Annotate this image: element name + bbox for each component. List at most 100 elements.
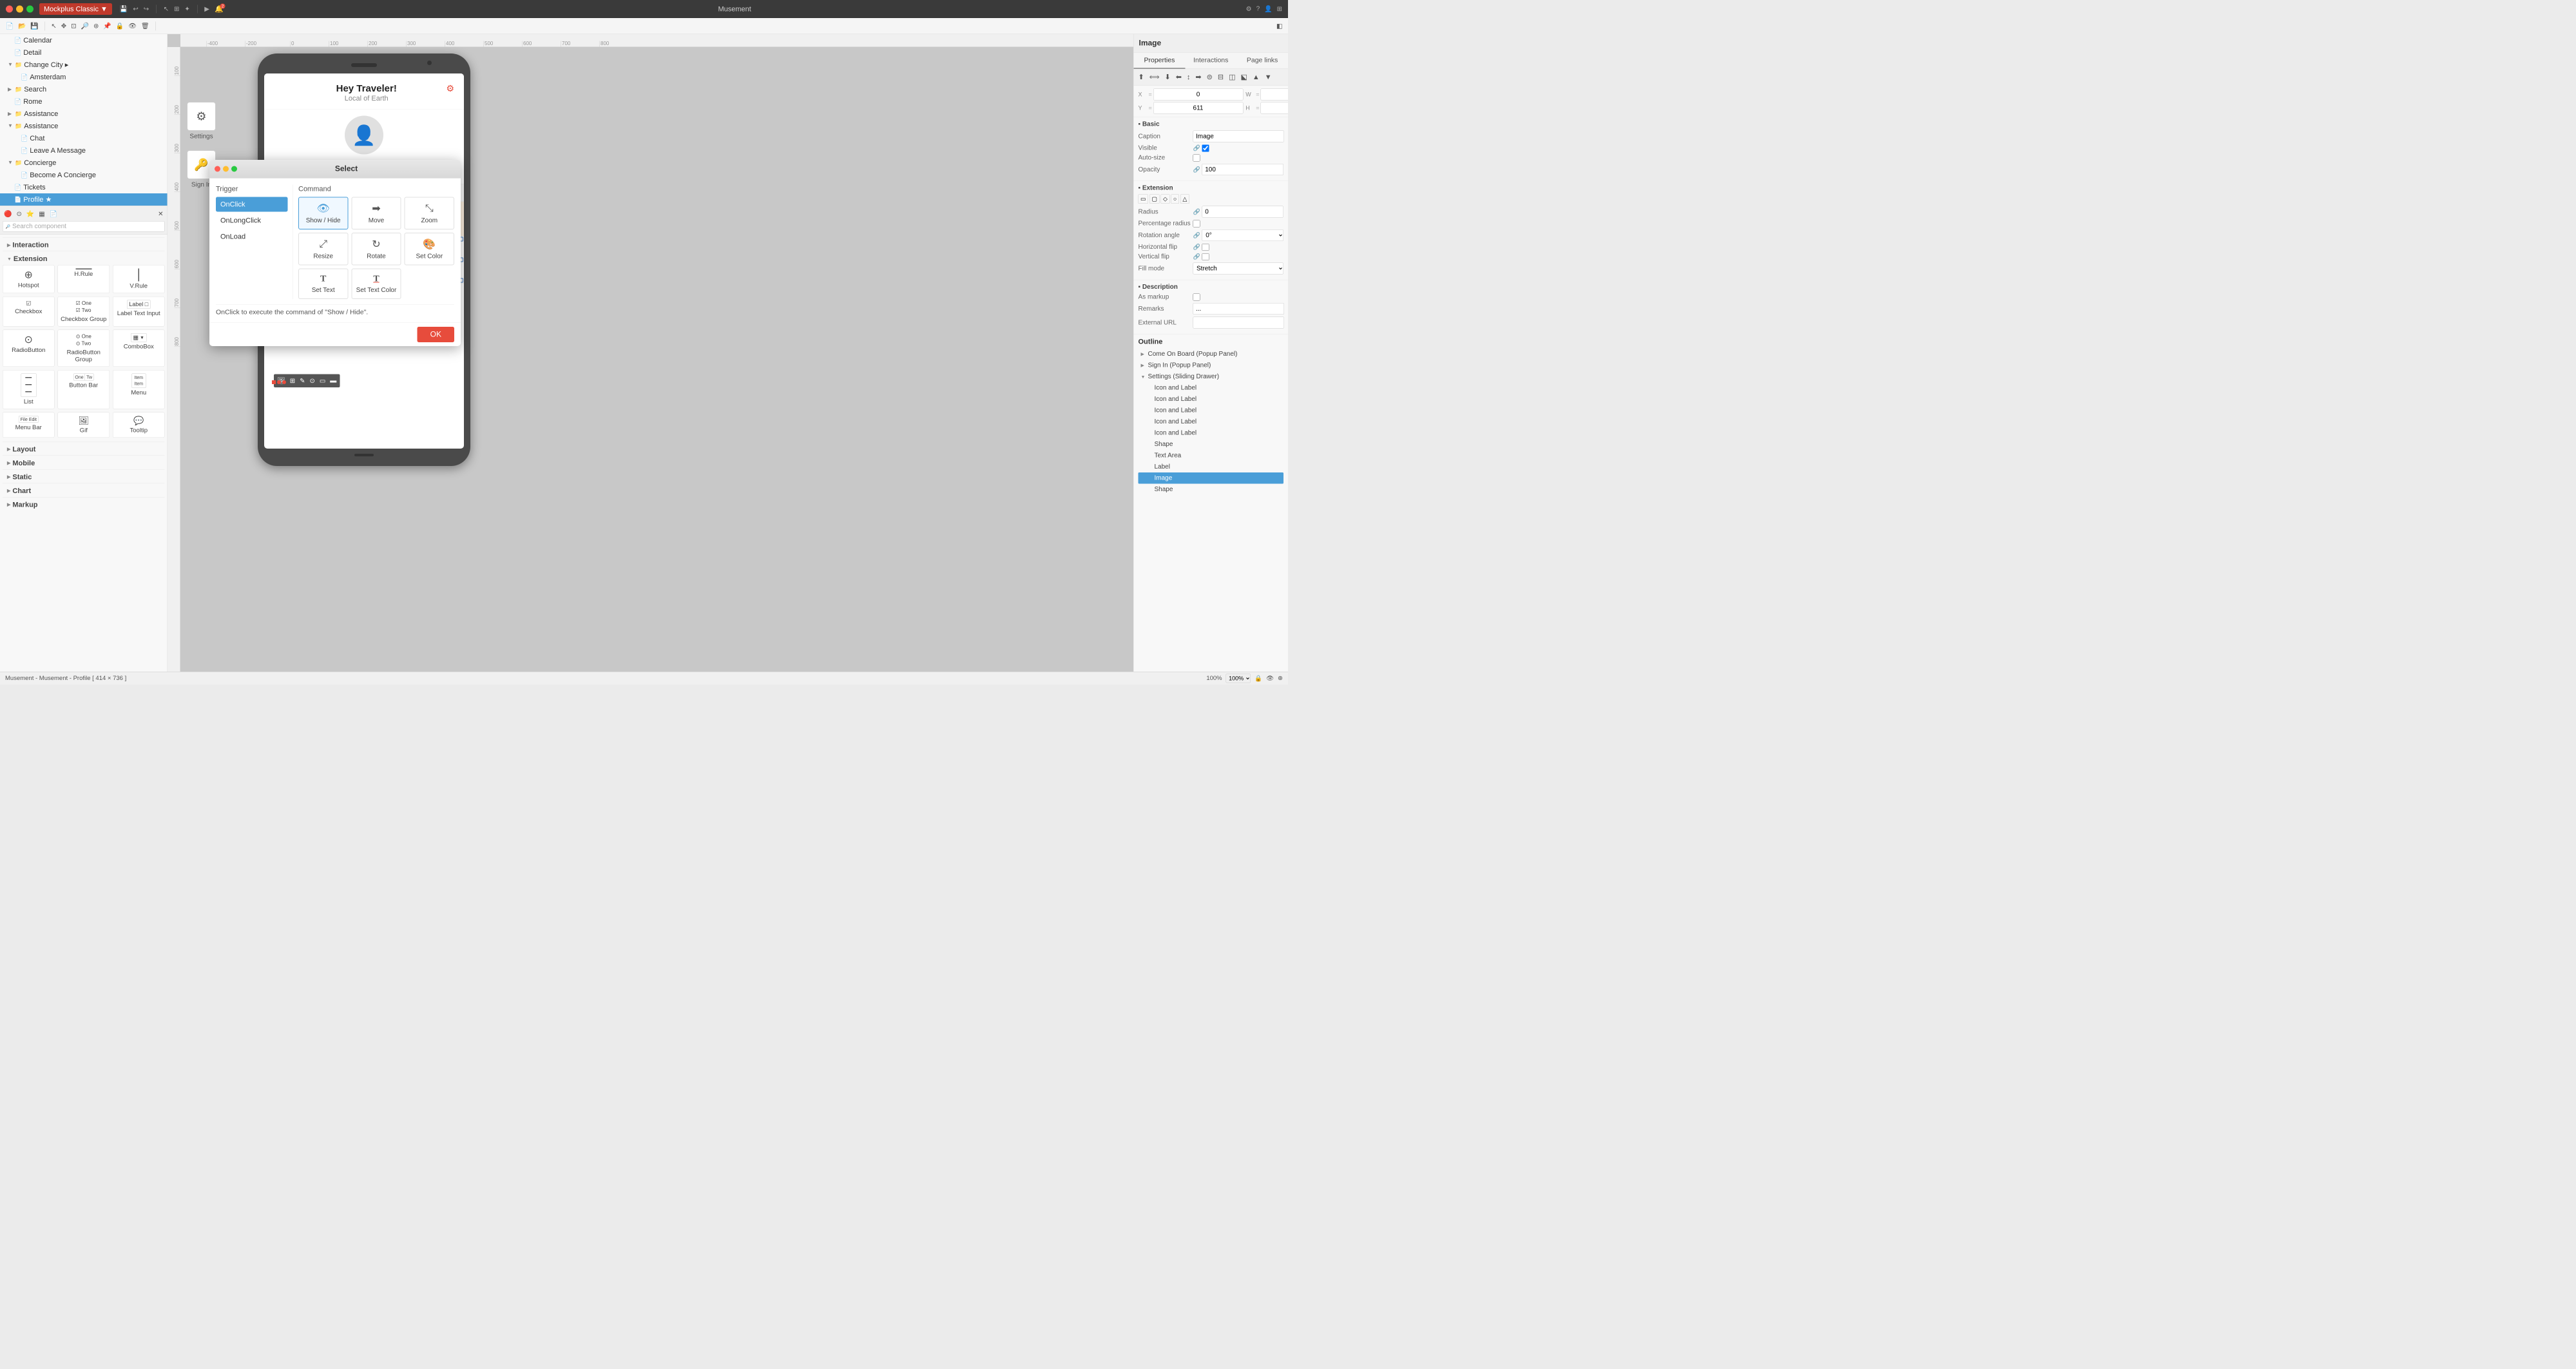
tree-item-amsterdam[interactable]: 📄 Amsterdam [0,71,168,83]
comp-radio-group[interactable]: ⊙ One⊙ Two RadioButton Group [58,329,110,366]
shape-diamond-btn[interactable]: ◇ [1161,195,1170,204]
ok-button[interactable]: OK [418,327,454,342]
outline-iconlabel4[interactable]: Icon and Label [1139,416,1284,428]
cmd-showhide[interactable]: 👁 Show / Hide [298,197,348,230]
comp-list[interactable]: ━━━━━━ List [3,370,55,409]
cmd-settextcolor[interactable]: T Set Text Color [351,269,401,300]
help-icon[interactable]: ? [1256,5,1260,13]
open-btn[interactable]: 📂 [16,21,27,32]
x-input[interactable] [1153,89,1244,101]
cmd-move[interactable]: ➡ Move [351,197,401,230]
cmd-setcolor[interactable]: 🎨 Set Color [405,233,454,266]
outline-settings[interactable]: ▼ Settings (Sliding Drawer) [1139,371,1284,383]
vflip-checkbox[interactable] [1202,253,1209,260]
tree-item-assistance-parent[interactable]: ▶ 📁 Assistance [0,108,168,120]
trigger-onclick[interactable]: OnClick [216,197,288,212]
section-layout[interactable]: ▶ Layout [3,442,165,456]
eye-btn[interactable]: 👁 [127,21,139,32]
tree-item-concierge[interactable]: ▼ 📁 Concierge [0,157,168,169]
outline-textarea[interactable]: Text Area [1139,450,1284,461]
cmd-settext[interactable]: T Set Text [298,269,348,300]
caption-input[interactable] [1193,131,1285,142]
outline-label[interactable]: Label [1139,461,1284,473]
tab-pagelinks[interactable]: Page links [1236,53,1288,69]
same-width-btn[interactable]: ◫ [1227,72,1237,83]
play-icon[interactable]: ▶ [204,5,209,14]
distribute-v-btn[interactable]: ⊟ [1216,72,1226,83]
comp-hotspot[interactable]: ⊕ Hotspot [3,265,55,293]
same-height-btn[interactable]: ⬕ [1238,72,1249,83]
save-icon[interactable]: 💾 [120,5,128,14]
y-input[interactable] [1153,102,1244,114]
tree-item-become[interactable]: 📄 Become A Concierge [0,169,168,181]
section-static[interactable]: ▶ Static [3,469,165,483]
search-mode-btn3[interactable]: ⭐ [25,209,35,220]
grid-icon[interactable]: ⊞ [1277,5,1282,14]
outline-shape1[interactable]: Shape [1139,439,1284,451]
minimize-button[interactable] [16,5,23,12]
outline-iconlabel1[interactable]: Icon and Label [1139,382,1284,394]
comp-checkbox[interactable]: ☑ Checkbox [3,296,55,326]
crop-icon[interactable]: ⊞ [174,5,179,14]
cmt-grid-btn[interactable]: ⊞ [288,376,297,387]
new-btn[interactable]: 📄 [4,21,15,32]
cursor-icon[interactable]: ↖ [164,5,169,14]
trigger-onload[interactable]: OnLoad [216,229,288,244]
comp-combobox[interactable]: ▦ ▼ ComboBox [113,329,165,366]
tree-item-assistance[interactable]: ▼ 📁 Assistance [0,120,168,132]
magnet-btn[interactable]: ⊛ [91,21,100,32]
tree-item-profile[interactable]: 📄 Profile ★ [0,193,168,206]
shape-circle-btn[interactable]: ○ [1171,195,1178,204]
outline-comeonboard[interactable]: ▶ Come On Board (Popup Panel) [1139,349,1284,360]
tab-interactions[interactable]: Interactions [1185,53,1236,69]
search-btn[interactable]: 🔎 [79,21,90,32]
shape-triangle-btn[interactable]: △ [1180,195,1189,204]
outline-image[interactable]: Image [1139,472,1284,484]
tab-properties[interactable]: Properties [1134,53,1186,69]
search-mode-btn2[interactable]: ⊙ [15,209,23,220]
settings-icon[interactable]: ⚙ [1246,5,1252,14]
tree-item-tickets[interactable]: 📄 Tickets [0,181,168,193]
zoom-select[interactable]: 100%75%50%150%200% [1226,674,1251,683]
search-input[interactable] [12,223,162,231]
search-mode-btn4[interactable]: ▦ [37,209,46,220]
section-extension[interactable]: ▼ Extension [3,251,165,266]
comp-tooltip[interactable]: 💬 Tooltip [113,412,165,438]
canvas-settings-item[interactable]: ⚙ Settings [187,102,216,141]
panel-close-btn[interactable]: ✕ [157,209,164,220]
section-interaction[interactable]: ▶ Interaction [3,237,165,251]
trigger-onlongclick[interactable]: OnLongClick [216,213,288,228]
phone-home-button[interactable] [354,454,374,456]
comp-label-text[interactable]: Label □ Label Text Input [113,296,165,326]
remarks-input[interactable] [1193,303,1285,315]
brand-button[interactable]: Mockplus Classic ▼ [39,3,112,15]
redo-icon[interactable]: ↪ [144,5,149,14]
shape-icon[interactable]: ✦ [184,5,189,14]
comp-gif[interactable]: 🖼 Gif [58,412,110,438]
canvas-area[interactable]: -400 -200 0 100 200 300 400 500 600 700 … [168,34,1133,684]
dialog-minimize-btn[interactable] [223,166,229,172]
search-mode-btn1[interactable]: 🔴 [3,209,13,220]
order-front-btn[interactable]: ▲ [1251,72,1262,83]
tree-item-calendar[interactable]: 📄 Calendar [0,34,168,46]
tree-item-changecity[interactable]: ▼ 📁 Change City ▸ [0,59,168,71]
externalurl-input[interactable] [1193,317,1285,329]
visible-checkbox[interactable] [1202,144,1209,151]
opacity-input[interactable] [1202,164,1283,175]
tree-item-leavemsg[interactable]: 📄 Leave A Message [0,144,168,157]
panel-toggle-btn[interactable]: ◧ [1275,21,1284,32]
order-back-btn[interactable]: ▼ [1263,72,1274,83]
dialog-maximize-btn[interactable] [231,166,237,172]
align-bottom-btn[interactable]: ⬇ [1162,72,1172,83]
select-btn[interactable]: ↖ [50,21,58,32]
comp-menu[interactable]: ItemItem Menu [113,370,165,409]
comp-buttonbar[interactable]: One Tw Button Bar [58,370,110,409]
zoom-fit-btn[interactable]: ⊡ [70,21,78,32]
cmd-zoom[interactable]: ⤡ Zoom [405,197,454,230]
cmt-circle-btn[interactable]: ⊙ [307,376,316,387]
cmd-resize[interactable]: ⤢ Resize [298,233,348,266]
notification-icon[interactable]: 🔔 2 [215,5,224,13]
annotate-btn[interactable]: 📌 [102,21,113,32]
cmt-hrule-btn[interactable]: ▬ [328,376,338,387]
shape-rect-btn[interactable]: ▭ [1139,195,1149,204]
